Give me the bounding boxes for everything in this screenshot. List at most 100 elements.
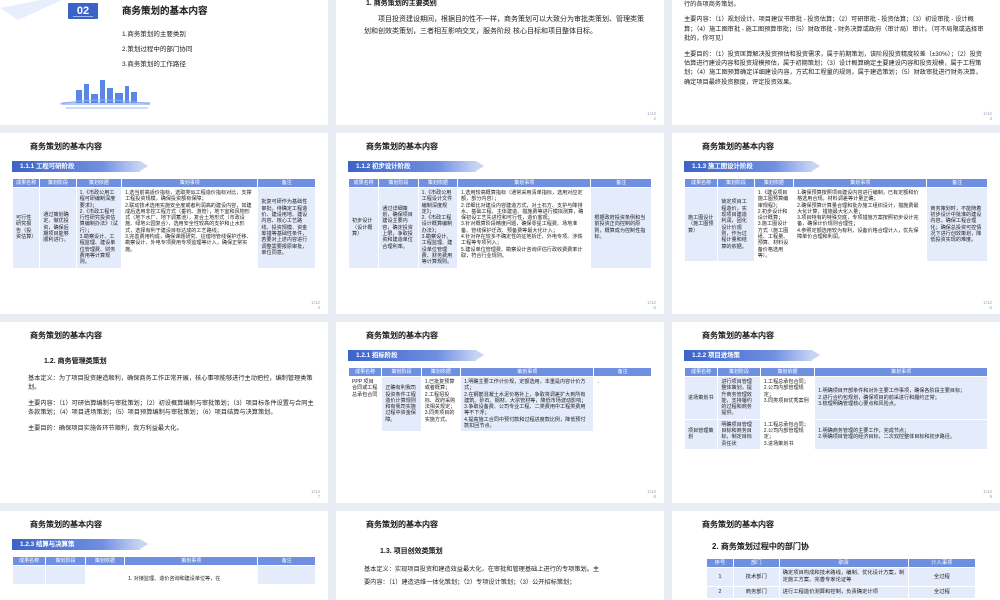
table-cell: . — [593, 375, 652, 433]
slide-settlement[interactable]: 商务策划的基本内容 1.2.3 结算与决算策 成果名称 策划阶段 策划依据 策划… — [0, 511, 328, 600]
table-cell: 1. 对接监理、造价咨询和建设单位等，在 — [124, 564, 259, 586]
page-number: 1/12 4 — [311, 300, 320, 310]
section-title: 商务策划的基本内容 — [122, 6, 208, 17]
table-cell: 通过详细策划，确保项目建设主要内容，确定投资上限，争取投资和建造单位合理利率。 — [378, 187, 419, 269]
column-header: 成果名称 — [347, 367, 383, 377]
toc-list: 1.商务策划的主要类别 2.策划过程中的部门协同 3.商务策划的工作路径 — [122, 27, 192, 72]
slide-title: 商务策划的基本内容 — [30, 520, 102, 529]
column-header: 策划阶段 — [717, 367, 761, 377]
table-row: 初步设计（设计概算） 通过详细策划，确保项目建设主要内容，确定投资上限，争取投资… — [347, 187, 652, 269]
column-header: 策划阶段 — [39, 178, 77, 188]
table-cell: PPP 项目合同或工程总承包合同 — [347, 375, 383, 433]
column-header: 备注 — [926, 178, 988, 188]
content-paragraph: 主要内容：（1）规划设计、项目建议书审批 - 投资估算；（2）可研审批 - 投资… — [684, 16, 984, 43]
column-header: 成果名称 — [683, 367, 719, 377]
table-cell: 1 — [706, 567, 734, 587]
slide-paragraph: 项目投资建设期间，根据目的性不一样，商务策划可以大致分为审批类策划、管理类策划和… — [364, 16, 644, 35]
page-number: 1/12 3 — [983, 111, 992, 121]
content-paragraph: 要内容：（1）建造运维一体化策划；（2）专项设计策划；（3）公开招标策划； — [364, 579, 576, 586]
column-header: 成果名称 — [347, 178, 380, 188]
table-row: 1 技术部门 确定项目构成和技术路线，编制、优化设计方案，制定施工方案、完善专家… — [706, 567, 977, 587]
column-header: 策划阶段 — [717, 178, 755, 188]
slide-toc[interactable]: 02 商务策划的基本内容 1.商务策划的主要类别 2.策划过程中的部门协同 3.… — [0, 0, 328, 125]
column-header: 策划阶段 — [45, 556, 86, 566]
slide-heading: 2. 商务策划过程中的部门协 — [712, 542, 809, 551]
table-cell: 进行工程造价测算和控制，负责确定计项 — [778, 586, 909, 599]
table-cell: 锁定项目工程造价，实现项目建造利润，固化设计价观则，作为过程计量和结算的依据。 — [717, 186, 755, 263]
department-table: 序号 部门 职责 介入事项 1 技术部门 确定项目构成和技术路线，编制、优化设计… — [706, 558, 977, 599]
column-header: 成果名称 — [11, 556, 47, 566]
slide-title: 商务策划的基本内容 — [702, 142, 774, 151]
slide-main-categories[interactable]: 1. 商务策划的主要类别 项目投资建设期间，根据目的性不一样，商务策划可以大致分… — [336, 0, 664, 125]
column-header: 介入事项 — [907, 558, 977, 568]
column-header: 策划事项 — [124, 556, 259, 566]
table-row: PPP 项目合同或工程总承包合同 正确有利我司投资条件工程造价计算规则和有我司实… — [347, 375, 652, 433]
table-cell: 全过程 — [907, 567, 977, 587]
table-row: 施工图设计（施工图预算） 锁定项目工程造价，实现项目建造利润，固化设计价观则，作… — [683, 186, 988, 263]
column-header: 策划阶段 — [378, 178, 419, 188]
toc-item[interactable]: 1.商务策划的主要类别 — [122, 27, 192, 42]
planning-table: 成果名称 策划阶段 策划依据 策划事项 备注 施工图设计（施工图预算） 锁定项目… — [683, 178, 988, 263]
table-cell: 初步设计（设计概算） — [347, 187, 380, 269]
table-row: 进场策划书 进行项目管理整体策划，提升商务管理效能，支持履约的过程和商务提供。 … — [683, 376, 988, 420]
table-cell: 1.《市政公用工程可研编制深度要求》； 2.《市政工程可行性研究投资估算编制办法… — [75, 187, 123, 269]
page-number: 1/12 6 — [983, 300, 992, 310]
column-header: 策划依据 — [417, 178, 459, 188]
column-header: 策划事项 — [814, 367, 988, 377]
planning-table: 成果名称 策划阶段 策划依据 策划事项 备注 PPP 项目合同或工程总承包合同 … — [347, 367, 652, 433]
content-paragraph: 主要内容：（1）可研估算编制与审批策划；（2）初设概算编制与审批策划；（3）项目… — [28, 399, 314, 417]
column-header: 序号 — [706, 558, 734, 568]
stage-banner: 1.2.1 招标阶段 — [348, 350, 484, 361]
column-header: 策划事项 — [457, 178, 592, 188]
slide-approval-planning[interactable]: 行的各项商务策划。 主要内容：（1）规划设计、项目建议书审批 - 投资估算；（2… — [672, 0, 1000, 125]
slide-title: 商务策划的基本内容 — [702, 331, 774, 340]
slide-construction-drawing[interactable]: 商务策划的基本内容 1.1.3 施工图设计阶段 成果名称 策划阶段 策划依据 策… — [672, 133, 1000, 314]
table-cell: 1.《建设项目施工图预算编审规程》； 2.初步设计和设计概算； 3.施工图设计方… — [753, 186, 795, 263]
slide-text: 基本定义：实现项目投资和建造效益最大化，在审批和管理基础上进行的专项策划。主 要… — [364, 563, 654, 589]
column-header: 策划依据 — [753, 178, 795, 188]
slide-heading: 1.3. 项目创效类策划 — [380, 548, 443, 555]
definition-paragraph: 基本定义：为了项目投资建造顺利，确保商务工作正常开展，核心事项能够进行主动把控，… — [28, 375, 313, 392]
slide-text: 基本定义：为了项目投资建造顺利，确保商务工作正常开展，核心事项能够进行主动把控，… — [28, 374, 314, 439]
slide-heading: 1. 商务策划的主要类别 — [366, 0, 437, 7]
toc-item[interactable]: 2.策划过程中的部门协同 — [122, 42, 192, 57]
table-cell: 可行性研究报告（投资估算） — [11, 187, 41, 269]
purpose-paragraph: 主要目的：确保项目实施各环节顺利，我方利益最大化。 — [28, 424, 183, 432]
table-cell: 施工图设计（施工图预算） — [683, 186, 719, 263]
column-header: 策划依据 — [84, 556, 126, 566]
stage-banner: 1.1.2 初步设计阶段 — [348, 161, 484, 172]
slide-value-creation[interactable]: 商务策划的基本内容 1.3. 项目创效类策划 基本定义：实现项目投资和建造效益最… — [336, 511, 664, 600]
slide-bidding-stage[interactable]: 商务策划的基本内容 1.2.1 招标阶段 成果名称 策划阶段 策划依据 策划事项… — [336, 322, 664, 503]
column-header: 策划依据 — [75, 178, 123, 188]
slide-preliminary-design[interactable]: 商务策划的基本内容 1.1.2 初步设计阶段 成果名称 策划阶段 策划依据 策划… — [336, 133, 664, 314]
table-cell: 商务部门 — [732, 586, 780, 599]
table-cell: 1.选当前高适价指标，选取类似工程造价指标对比，支撑工程投资规模，确保投资额有保… — [121, 187, 259, 269]
planning-table: 成果名称 策划阶段 策划依据 策划事项 备注 初步设计（设计概算） 通过详细策划… — [347, 178, 652, 269]
table-cell: 明确项目管理目标和商务目标，制定目标责任状 — [717, 418, 761, 450]
table-cell: 1.已批复预算或者概算； 2.工程招投标、政府采购法相关规定； 3.同类项目的实… — [420, 375, 462, 433]
column-header: 部门 — [732, 558, 780, 568]
column-header: 策划依据 — [420, 367, 462, 377]
definition-paragraph: 基本定义：实现项目投资和建造效益最大化，在审批和管理基础上进行的专项策划。主 — [364, 566, 600, 573]
toc-item[interactable]: 3.商务策划的工作路径 — [122, 57, 192, 72]
slide-title: 商务策划的基本内容 — [30, 142, 102, 151]
slide-site-entry[interactable]: 商务策划的基本内容 1.2.2 项目进场策 成果名称 策划阶段 策划依据 策划事… — [672, 322, 1000, 503]
stage-banner: 1.1.1 工程可研阶段 — [12, 161, 148, 172]
slide-department-coordination[interactable]: 商务策划的基本内容 2. 商务策划过程中的部门协 序号 部门 职责 介入事项 1… — [672, 511, 1000, 600]
table-cell: 进行项目管理整体策划，提升商务管理效能，支持履约的过程和商务提供。 — [717, 376, 761, 420]
slide-title: 商务策划的基本内容 — [702, 520, 774, 529]
column-header: 备注 — [593, 367, 652, 377]
table-row: 1. 对接监理、造价咨询和建设单位等，在 — [11, 564, 316, 586]
table-cell: 根据政府投资条例和当前投资正向控制的原则，概算成为控制性指标。 — [590, 187, 652, 269]
table-cell: 1.选用较高概算指标（通常采用清单指标，选用对应定额，部分内容）； 2.详细比对… — [457, 187, 592, 269]
slide-title: 商务策划的基本内容 — [366, 142, 438, 151]
table-cell: 正确有利我司投资条件工程造价计算规则和有我司实施过程中资金保障。 — [381, 375, 422, 433]
column-header: 策划阶段 — [381, 367, 422, 377]
planning-table: 成果名称 策划阶段 策划依据 策划事项 进场策划书 进行项目管理整体策划，提升商… — [683, 367, 988, 450]
page-number: 1/12 5 — [647, 300, 656, 310]
slide-title: 商务策划的基本内容 — [30, 331, 102, 340]
page-number: 1/12 7 — [311, 489, 320, 499]
slide-management-planning[interactable]: 商务策划的基本内容 1.2. 商务管理类策划 基本定义：为了项目投资建造顺利，确… — [0, 322, 328, 503]
slide-feasibility-stage[interactable]: 商务策划的基本内容 1.1.1 工程可研阶段 成果名称 策划阶段 策划依据 策划… — [0, 133, 328, 314]
column-header: 成果名称 — [11, 178, 41, 188]
